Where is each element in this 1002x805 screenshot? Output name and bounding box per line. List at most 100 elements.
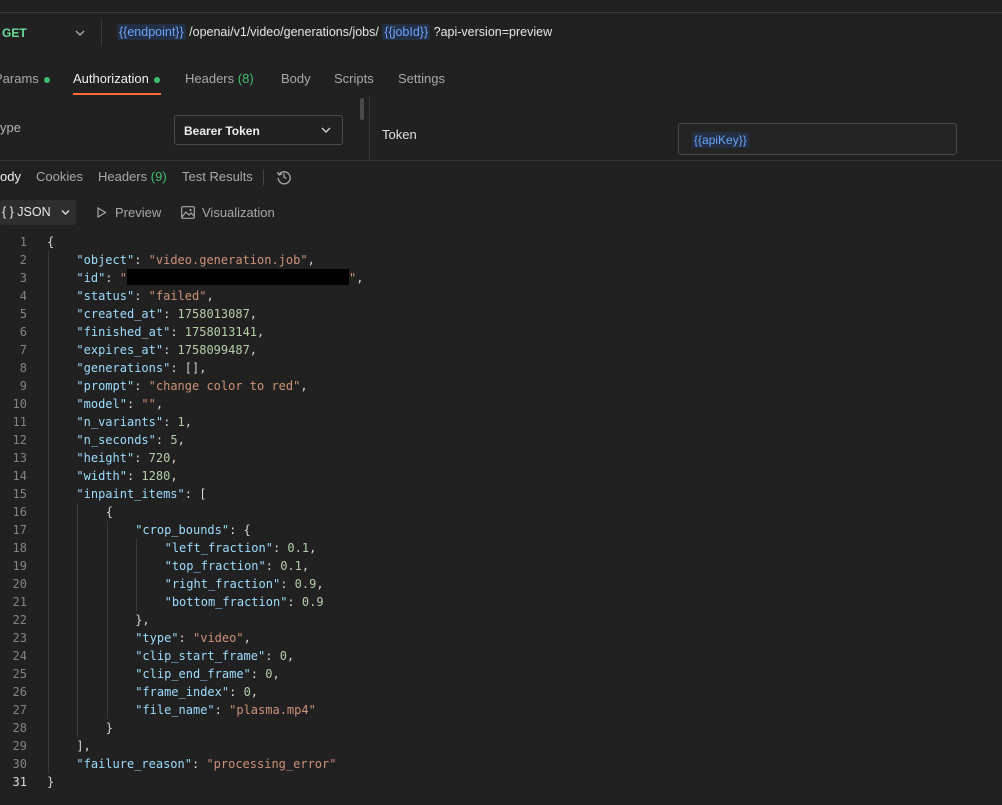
apikey-variable[interactable]: {{apiKey}} xyxy=(692,132,749,148)
code-line: 14 "width": 1280, xyxy=(0,467,1002,485)
tab-scripts[interactable]: Scripts xyxy=(334,71,374,86)
code-text: "frame_index": 0, xyxy=(135,683,258,701)
line-number: 21 xyxy=(12,595,27,609)
tab-authorization[interactable]: Authorization xyxy=(73,71,160,86)
code-token: "type" xyxy=(135,631,179,645)
auth-type-value: Bearer Token xyxy=(184,124,260,138)
tab-separator xyxy=(263,170,264,185)
code-token: , xyxy=(272,667,280,681)
code-token: 1758013141 xyxy=(184,325,258,339)
code-token: , xyxy=(170,469,178,483)
code-token: "n_seconds" xyxy=(76,433,156,447)
response-tab-cookies[interactable]: Cookies xyxy=(36,169,83,184)
line-number: 31 xyxy=(12,775,27,789)
tab-body[interactable]: Body xyxy=(281,71,311,86)
code-line: 30 "failure_reason": "processing_error" xyxy=(0,755,1002,773)
auth-type-select[interactable]: Bearer Token xyxy=(174,115,343,145)
code-line: 5 "created_at": 1758013087, xyxy=(0,305,1002,323)
code-token: , xyxy=(300,379,308,393)
response-tab-headers-label: Headers xyxy=(98,169,148,184)
code-token: , xyxy=(155,397,164,411)
code-line: 25 "clip_end_frame": 0, xyxy=(0,665,1002,683)
code-line: 11 "n_variants": 1, xyxy=(0,413,1002,431)
auth-type-label: ype xyxy=(0,120,21,135)
code-line: 6 "finished_at": 1758013141, xyxy=(0,323,1002,341)
line-number: 10 xyxy=(12,397,27,411)
code-token: : xyxy=(105,271,120,285)
code-token: "file_name" xyxy=(135,703,215,717)
line-number: 22 xyxy=(12,613,27,627)
panel-scrollbar[interactable] xyxy=(360,98,364,120)
code-text: { xyxy=(47,233,54,251)
response-tab-body[interactable]: ody xyxy=(0,169,21,184)
code-line: 20 "right_fraction": 0.9, xyxy=(0,575,1002,593)
preview-button[interactable]: Preview xyxy=(115,205,161,220)
code-token: , xyxy=(249,307,258,321)
visualization-button[interactable]: Visualization xyxy=(202,205,275,220)
jobid-variable[interactable]: {{jobId}} xyxy=(382,24,431,40)
code-text: "failure_reason": "processing_error" xyxy=(76,755,336,773)
line-number: 18 xyxy=(12,541,27,555)
top-divider xyxy=(0,12,1002,13)
response-tab-headers[interactable]: Headers (9) xyxy=(98,169,167,184)
code-token: : xyxy=(191,757,207,771)
code-token: "generations" xyxy=(76,361,171,375)
code-line: 24 "clip_start_frame": 0, xyxy=(0,647,1002,665)
code-line: 17 "crop_bounds": { xyxy=(0,521,1002,539)
http-method[interactable]: GET xyxy=(2,26,27,40)
code-token: : [], xyxy=(170,361,207,375)
line-number: 8 xyxy=(19,361,27,375)
code-token: "change color to red" xyxy=(148,379,301,393)
tab-headers[interactable]: Headers (8) xyxy=(185,71,254,86)
code-text: } xyxy=(47,773,54,791)
code-line: 7 "expires_at": 1758099487, xyxy=(0,341,1002,359)
response-tab-test-results[interactable]: Test Results xyxy=(182,169,253,184)
chevron-down-icon xyxy=(61,210,70,215)
code-token: : xyxy=(134,253,149,267)
code-token: "video" xyxy=(193,631,244,645)
line-number: 16 xyxy=(12,505,27,519)
method-dropdown-chevron-icon[interactable] xyxy=(74,26,86,40)
endpoint-variable[interactable]: {{endpoint}} xyxy=(117,24,186,40)
history-icon[interactable] xyxy=(276,169,292,185)
code-text: "left_fraction": 0.1, xyxy=(165,539,317,557)
code-token: "status" xyxy=(76,289,135,303)
url-query: ?api-version=preview xyxy=(430,25,553,39)
code-token: "object" xyxy=(76,253,135,267)
line-number: 28 xyxy=(12,721,27,735)
code-token: , xyxy=(249,343,258,357)
line-number: 19 xyxy=(12,559,27,573)
tab-params[interactable]: Params xyxy=(0,71,50,86)
code-token: , xyxy=(257,325,265,339)
code-token: "id" xyxy=(76,271,106,285)
code-text: "id": " ", xyxy=(76,269,363,287)
code-token: : { xyxy=(229,523,251,537)
response-body-code[interactable]: 1{2 "object": "video.generation.job", 3 "id… xyxy=(0,233,1002,791)
code-text: "inpaint_items": [ xyxy=(76,485,206,503)
code-token: , xyxy=(301,559,310,573)
url-input[interactable]: {{endpoint}} /openai/v1/video/generation… xyxy=(117,24,553,40)
code-token: "model" xyxy=(76,397,127,411)
code-line: 22}, xyxy=(0,611,1002,629)
code-token: : xyxy=(163,415,178,429)
code-text: ], xyxy=(76,737,90,755)
code-text: "object": "video.generation.job", xyxy=(76,251,314,269)
code-line: 1{ xyxy=(0,233,1002,251)
code-text: "expires_at": 1758099487, xyxy=(76,341,257,359)
code-token: } xyxy=(105,721,114,735)
code-token: , xyxy=(309,541,317,555)
token-field[interactable]: {{apiKey}} xyxy=(678,123,957,155)
request-response-divider[interactable] xyxy=(0,160,1002,161)
code-token: 720 xyxy=(148,451,171,465)
code-text: }, xyxy=(135,611,149,629)
code-token: 0.9 xyxy=(301,595,324,609)
code-token: 0 xyxy=(243,685,251,699)
indent-guide xyxy=(77,503,79,737)
code-token: "failed" xyxy=(148,289,207,303)
format-select[interactable]: { } JSON xyxy=(0,200,76,225)
line-number: 17 xyxy=(12,523,27,537)
line-number: 15 xyxy=(12,487,27,501)
code-text: "height": 720, xyxy=(76,449,177,467)
tab-settings[interactable]: Settings xyxy=(398,71,445,86)
line-number: 3 xyxy=(19,271,27,285)
